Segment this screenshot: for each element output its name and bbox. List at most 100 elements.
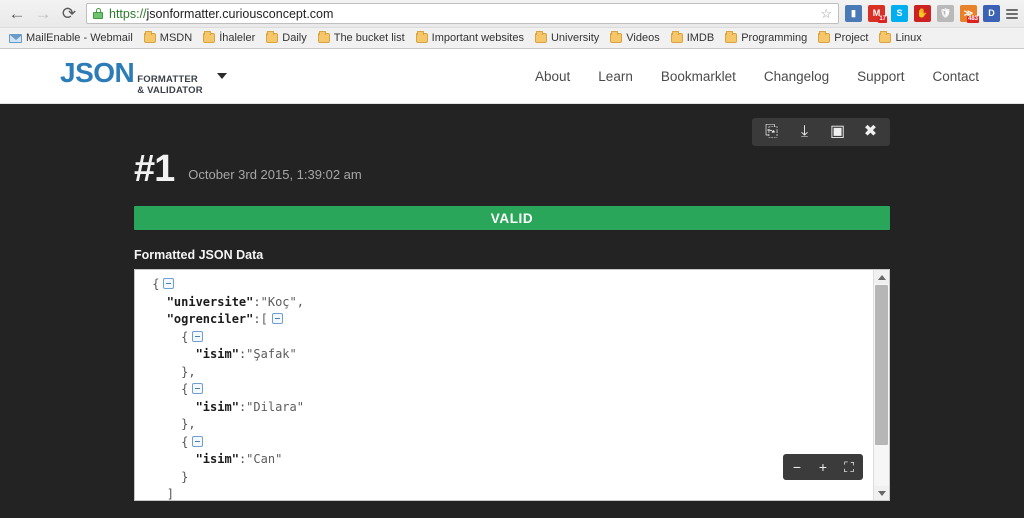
download-button[interactable]: ⤓: [789, 119, 820, 145]
gmail-extension-icon[interactable]: M 17: [868, 5, 887, 23]
scroll-down-arrow[interactable]: [874, 486, 889, 500]
adblock-extension-icon[interactable]: ✋: [914, 5, 931, 22]
bookmark-item[interactable]: MailEnable - Webmail: [5, 31, 137, 45]
nav-link-contact[interactable]: Contact: [932, 69, 979, 84]
site-nav: About Learn Bookmarklet Changelog Support Con…: [535, 69, 979, 84]
json-colon: :: [253, 312, 261, 326]
nav-link-support[interactable]: Support: [857, 69, 904, 84]
zoom-in-button[interactable]: +: [815, 458, 831, 476]
bookmark-item[interactable]: MSDN: [140, 31, 196, 45]
bookmark-item[interactable]: Project: [814, 31, 872, 45]
fold-toggle-icon[interactable]: [192, 435, 204, 447]
d-extension-icon[interactable]: D: [983, 5, 1000, 22]
nav-link-changelog[interactable]: Changelog: [764, 69, 829, 84]
folder-icon: [610, 31, 623, 43]
json-punctuation: }: [181, 469, 189, 484]
rss-feed-extension-icon[interactable]: ≫ 483: [960, 5, 979, 23]
result-action-toolbar: ⎘ ⤓ ▣ ✖: [752, 118, 890, 146]
folder-icon: [415, 31, 428, 43]
folder-icon: [203, 31, 216, 43]
skype-extension-icon[interactable]: S: [891, 5, 908, 22]
bookmark-item[interactable]: Important websites: [412, 31, 528, 45]
json-key: "ogrenciler": [166, 312, 254, 326]
bookmark-label: Project: [834, 32, 869, 44]
folder-icon: [725, 31, 738, 43]
result-timestamp: October 3rd 2015, 1:39:02 am: [188, 167, 362, 182]
vertical-scrollbar[interactable]: [873, 270, 889, 500]
nav-link-bookmarklet[interactable]: Bookmarklet: [661, 69, 736, 84]
star-icon[interactable]: ☆: [820, 7, 832, 20]
hamburger-menu-icon[interactable]: [1004, 5, 1020, 23]
fold-toggle-icon[interactable]: [271, 313, 283, 324]
logo-json-text: JSON: [60, 56, 135, 88]
fold-toggle-icon[interactable]: [192, 383, 204, 394]
bookmark-item[interactable]: The bucket list: [314, 31, 409, 45]
shield-extension-icon[interactable]: 🛡: [937, 5, 954, 22]
panel-resize-handle[interactable]: [482, 500, 542, 501]
json-value: "Koç",: [260, 294, 304, 309]
json-line: {: [145, 381, 872, 399]
result-panel: #1 October 3rd 2015, 1:39:02 am ⎘ ⤓ ▣ ✖ VAL…: [134, 104, 890, 501]
scrollbar-thumb[interactable]: [875, 285, 888, 445]
folder-icon: [879, 31, 892, 43]
url-text: https://jsonformatter.curiousconcept.com: [109, 7, 333, 21]
json-line: ]: [145, 486, 872, 500]
nav-link-about[interactable]: About: [535, 69, 570, 84]
folder-icon: [818, 31, 831, 43]
bookmark-item[interactable]: Linux: [875, 31, 925, 45]
json-punctuation: },: [181, 417, 196, 431]
scroll-up-arrow[interactable]: [874, 270, 889, 284]
json-punctuation: {: [152, 277, 160, 291]
json-code-content[interactable]: { "universite":"Koç", "ogrenciler":[ { "…: [135, 270, 872, 500]
json-line: },: [145, 416, 872, 434]
chevron-down-icon[interactable]: [216, 73, 227, 79]
json-key: "isim": [195, 347, 239, 361]
fullscreen-button[interactable]: ⛶: [841, 458, 857, 476]
logo-wrap[interactable]: JSON FORMATTER & VALIDATOR: [60, 57, 227, 96]
json-line: "isim":"Dilara": [145, 399, 872, 417]
bookmark-item[interactable]: Daily: [262, 31, 310, 45]
save-image-button[interactable]: ▣: [822, 119, 853, 145]
site-logo[interactable]: JSON FORMATTER & VALIDATOR: [60, 57, 203, 96]
result-header: #1 October 3rd 2015, 1:39:02 am: [134, 142, 890, 188]
folder-icon: [670, 31, 683, 43]
url-host: jsonformatter.curiousconcept.com: [146, 6, 334, 21]
back-button[interactable]: ←: [4, 2, 30, 26]
bookmark-label: Videos: [626, 32, 660, 44]
folder-icon: [266, 31, 279, 43]
folder-icon: [534, 31, 547, 43]
bookmark-item[interactable]: IMDB: [667, 31, 719, 45]
bookmark-item[interactable]: İhaleler: [199, 31, 259, 45]
logo-subtitle: FORMATTER & VALIDATOR: [137, 74, 203, 96]
bookmark-label: The bucket list: [333, 32, 405, 44]
bookmark-item[interactable]: Programming: [721, 31, 811, 45]
json-code-panel[interactable]: { "universite":"Koç", "ogrenciler":[ { "…: [134, 269, 890, 501]
fold-toggle-icon[interactable]: [192, 330, 204, 342]
copy-button[interactable]: ⎘: [756, 119, 787, 145]
bookmark-label: Daily: [282, 32, 307, 44]
bookmark-item[interactable]: Videos: [606, 31, 663, 45]
zoom-out-button[interactable]: −: [789, 458, 805, 476]
nav-link-learn[interactable]: Learn: [598, 69, 633, 84]
url-scheme: https://: [109, 6, 147, 21]
bar-chart-extension-icon[interactable]: ▮: [845, 5, 862, 22]
logo-subtitle-line2: & VALIDATOR: [137, 84, 203, 96]
forward-button[interactable]: →: [30, 2, 56, 26]
browser-chrome: ← → ⟳ https://jsonformatter.curiousconce…: [0, 0, 1024, 49]
json-key: "isim": [195, 452, 239, 466]
bookmark-label: Programming: [741, 32, 808, 44]
lock-icon: [93, 8, 103, 19]
close-button[interactable]: ✖: [855, 119, 886, 145]
bookmark-label: Linux: [895, 32, 922, 44]
json-punctuation: {: [181, 434, 189, 449]
address-bar[interactable]: https://jsonformatter.curiousconcept.com…: [86, 3, 839, 24]
reload-button[interactable]: ⟳: [56, 2, 82, 26]
json-value: "Şafak": [246, 347, 297, 361]
bookmark-label: University: [550, 32, 600, 44]
bookmark-item[interactable]: University: [531, 31, 603, 45]
json-punctuation: {: [181, 382, 189, 396]
main-content: #1 October 3rd 2015, 1:39:02 am ⎘ ⤓ ▣ ✖ VAL…: [0, 104, 1024, 518]
fold-toggle-icon[interactable]: [163, 278, 175, 289]
json-line: },: [145, 364, 872, 382]
json-line: "isim":"Şafak": [145, 346, 872, 364]
